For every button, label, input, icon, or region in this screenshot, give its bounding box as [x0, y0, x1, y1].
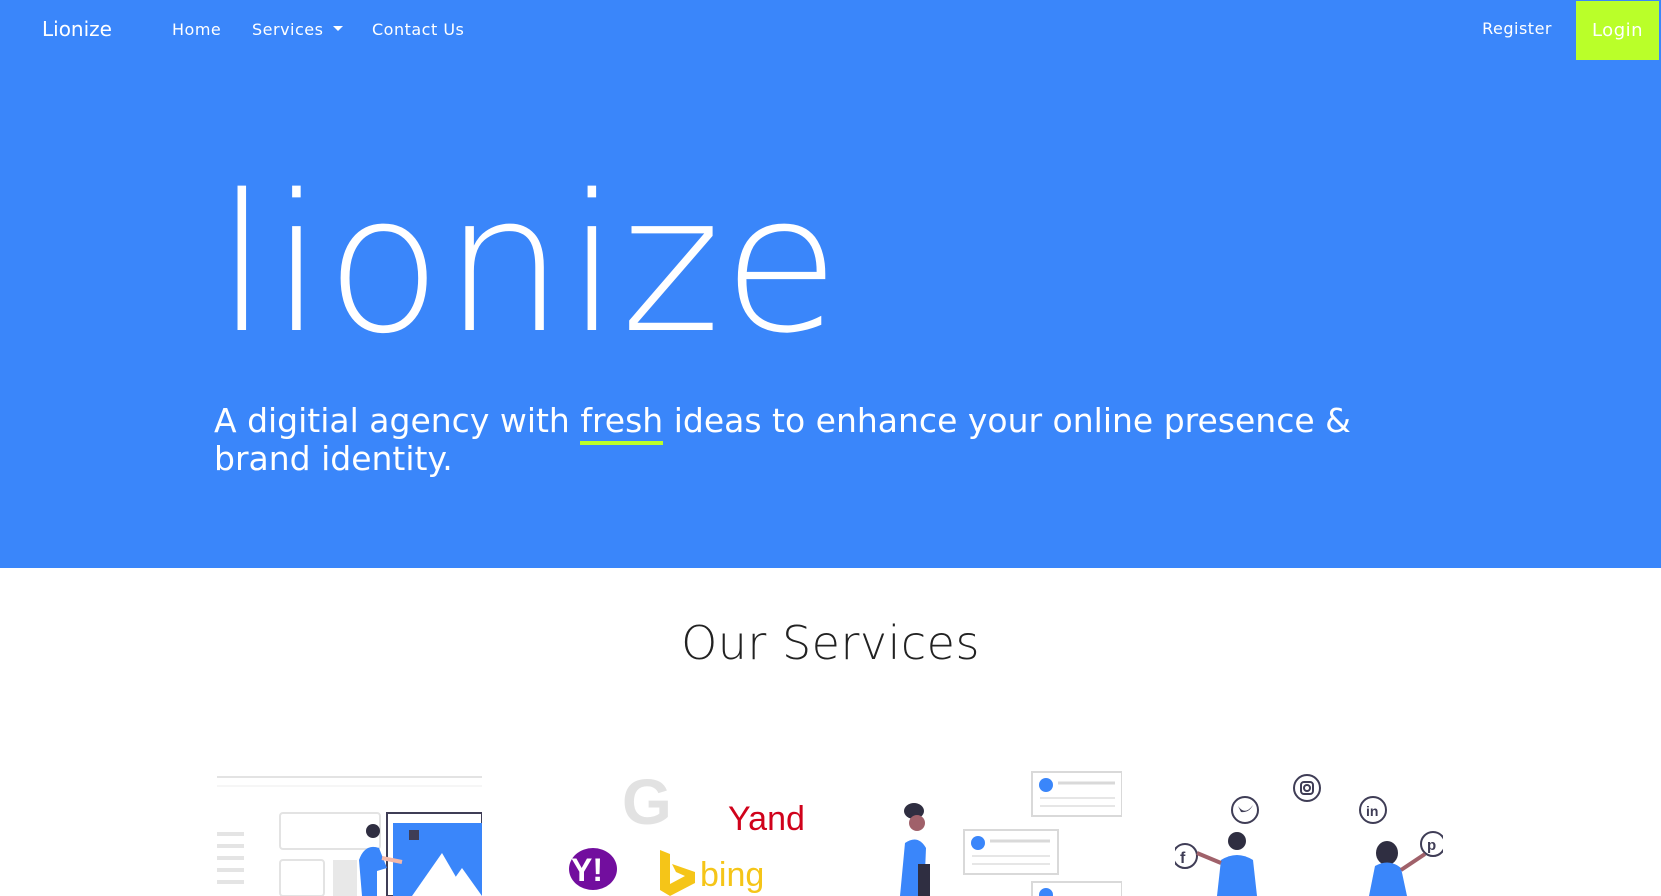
- register-link[interactable]: Register: [1482, 19, 1552, 38]
- service-card-seo[interactable]: G Yandex Y! bing: [560, 768, 804, 896]
- nav-services-dropdown[interactable]: Services: [252, 20, 344, 39]
- hero-subtitle: A digitial agency with fresh ideas to en…: [214, 401, 1364, 478]
- social-media-illustration-icon: in f p: [1175, 774, 1443, 896]
- service-card-web-design[interactable]: [217, 768, 482, 896]
- nav-home-link[interactable]: Home: [172, 20, 221, 39]
- yandex-logo-icon: Yandex: [728, 800, 804, 838]
- content-cards-illustration-icon: [900, 771, 1122, 896]
- pinterest-icon: p: [1427, 837, 1436, 854]
- hero-subtitle-highlight: fresh: [580, 401, 664, 445]
- google-logo-icon: G: [622, 768, 672, 838]
- navbar: Lionize Home Services Contact Us Registe…: [0, 0, 1661, 64]
- hero-subtitle-start: A digitial agency with: [214, 401, 581, 440]
- facebook-icon: f: [1180, 850, 1186, 867]
- login-button[interactable]: Login: [1576, 1, 1659, 60]
- bing-logo-icon: bing: [700, 856, 764, 894]
- nav-contact-link[interactable]: Contact Us: [372, 20, 464, 39]
- hero-title: lionize: [216, 154, 842, 375]
- chevron-down-icon: [333, 26, 344, 31]
- yahoo-logo-icon: Y!: [571, 852, 603, 888]
- search-engines-illustration-icon: G Yandex Y! bing: [569, 768, 804, 896]
- brand-logo[interactable]: Lionize: [42, 17, 112, 41]
- service-card-content[interactable]: [890, 768, 1122, 896]
- service-card-social[interactable]: in f p: [1175, 768, 1443, 896]
- nav-services-label: Services: [252, 20, 324, 39]
- services-heading: Our Services: [681, 616, 980, 670]
- linkedin-icon: in: [1366, 803, 1378, 819]
- web-design-illustration-icon: [217, 776, 482, 896]
- hero-section: lionize A digitial agency with fresh ide…: [0, 64, 1661, 568]
